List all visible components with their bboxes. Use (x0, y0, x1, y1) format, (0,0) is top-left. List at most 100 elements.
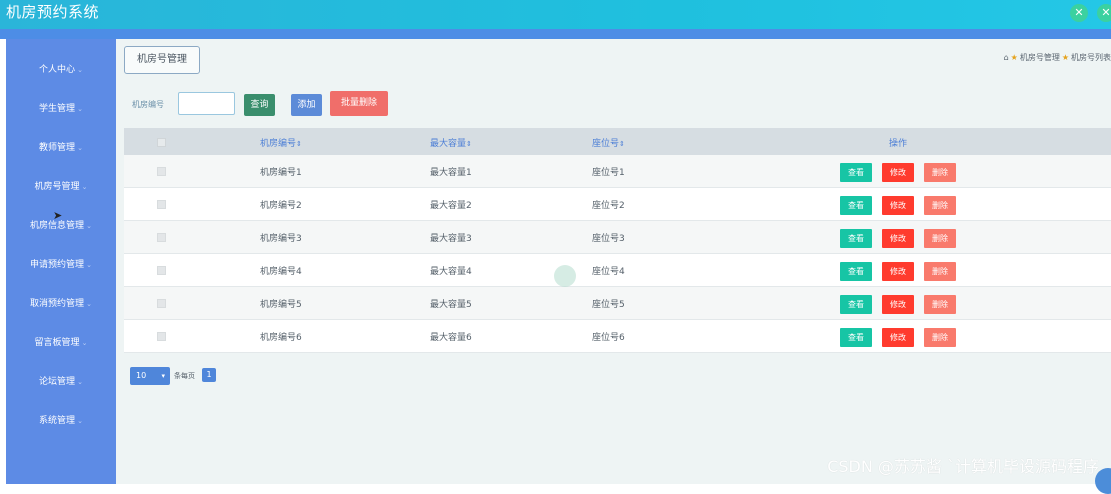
fullscreen-icon[interactable]: ✕ (1070, 4, 1088, 22)
chevron-down-icon: ⌄ (77, 105, 83, 113)
cell-room-no: 机房编号2 (260, 201, 302, 211)
row-checkbox[interactable] (157, 233, 166, 242)
column-header-actions: 操作 (889, 139, 908, 149)
view-button[interactable]: 查看 (840, 328, 872, 347)
chevron-down-icon: ⌄ (86, 300, 92, 308)
cell-capacity: 最大容量5 (430, 300, 472, 310)
delete-button[interactable]: 删除 (924, 328, 956, 347)
sidebar-item-personal-center[interactable]: 个人中心 ⌄ (6, 63, 116, 77)
chevron-down-icon: ⌄ (77, 417, 83, 425)
sort-icon: ⇕ (296, 140, 302, 148)
batch-delete-button[interactable]: 批量删除 (330, 91, 388, 116)
cell-seat-no: 座位号4 (592, 267, 625, 277)
chevron-down-icon: ▾ (161, 372, 165, 380)
cell-room-no: 机房编号3 (260, 234, 302, 244)
page-number-button[interactable]: 1 (202, 368, 216, 382)
cell-capacity: 最大容量6 (430, 333, 472, 343)
column-header-seat-no[interactable]: 座位号⇕ (592, 136, 625, 149)
cell-seat-no: 座位号5 (592, 300, 625, 310)
table-row: 机房编号5 最大容量5 座位号5 查看 修改 删除 (124, 287, 1111, 320)
edit-button[interactable]: 修改 (882, 328, 914, 347)
chevron-down-icon: ⌄ (77, 378, 83, 386)
table-row: 机房编号4 最大容量4 座位号4 查看 修改 删除 (124, 254, 1111, 287)
sidebar: 个人中心 ⌄ 学生管理 ⌄ 教师管理 ⌄ 机房号管理 ⌄ 机房信息管理 ⌄ 申请预约管理 ⌄… (6, 39, 116, 484)
row-checkbox[interactable] (157, 266, 166, 275)
cell-room-no: 机房编号5 (260, 300, 302, 310)
sidebar-item-room-numbers[interactable]: 机房号管理 ⌄ (6, 180, 116, 194)
delete-button[interactable]: 删除 (924, 229, 956, 248)
select-all-checkbox[interactable] (157, 138, 166, 147)
breadcrumb: ⌂ ★ 机房号管理 ★ 机房号列表 (1004, 52, 1111, 63)
chevron-down-icon: ⌄ (77, 66, 83, 74)
star-icon: ★ (1010, 53, 1018, 62)
star-icon: ★ (1061, 53, 1069, 62)
edit-button[interactable]: 修改 (882, 295, 914, 314)
sidebar-item-cancel-reservations[interactable]: 取消预约管理 ⌄ (6, 297, 116, 311)
breadcrumb-item[interactable]: 机房号管理 (1020, 53, 1060, 62)
cell-seat-no: 座位号1 (592, 168, 625, 178)
cell-seat-no: 座位号3 (592, 234, 625, 244)
sidebar-item-message-board[interactable]: 留言板管理 ⌄ (6, 336, 116, 350)
user-icon[interactable]: ✕ (1097, 4, 1111, 22)
sidebar-item-students[interactable]: 学生管理 ⌄ (6, 102, 116, 116)
home-icon[interactable]: ⌂ (1004, 53, 1009, 62)
app-title: 机房预约系统 (6, 3, 100, 21)
view-button[interactable]: 查看 (840, 196, 872, 215)
page-size-select[interactable]: 10 ▾ (130, 367, 170, 385)
cell-seat-no: 座位号6 (592, 333, 625, 343)
per-page-label: 条每页 (174, 372, 195, 380)
sort-icon: ⇕ (466, 140, 472, 148)
row-checkbox[interactable] (157, 332, 166, 341)
sidebar-item-system[interactable]: 系统管理 ⌄ (6, 414, 116, 428)
sort-icon: ⇕ (619, 140, 625, 148)
floating-button[interactable] (1095, 468, 1111, 494)
query-button[interactable]: 查询 (244, 94, 275, 116)
edit-button[interactable]: 修改 (882, 262, 914, 281)
sidebar-item-reservation-requests[interactable]: 申请预约管理 ⌄ (6, 258, 116, 272)
cell-seat-no: 座位号2 (592, 201, 625, 211)
chevron-down-icon: ⌄ (86, 222, 92, 230)
chevron-down-icon: ⌄ (77, 144, 83, 152)
page-title: 机房号管理 (124, 46, 200, 74)
sidebar-item-forum[interactable]: 论坛管理 ⌄ (6, 375, 116, 389)
delete-button[interactable]: 删除 (924, 262, 956, 281)
search-label: 机房编号 (132, 100, 164, 109)
table-header: 机房编号⇕ 最大容量⇕ 座位号⇕ 操作 (124, 128, 1111, 155)
watermark: CSDN @苏苏酱 `计算机毕设源码程序 (827, 457, 1099, 476)
table-row: 机房编号1 最大容量1 座位号1 查看 修改 删除 (124, 155, 1111, 188)
cell-room-no: 机房编号6 (260, 333, 302, 343)
top-bar: 机房预约系统 ✕ ✕ (0, 0, 1111, 29)
add-button[interactable]: 添加 (291, 94, 322, 116)
edit-button[interactable]: 修改 (882, 229, 914, 248)
chevron-down-icon: ⌄ (81, 183, 88, 191)
view-button[interactable]: 查看 (840, 163, 872, 182)
cell-capacity: 最大容量1 (430, 168, 472, 178)
cell-capacity: 最大容量3 (430, 234, 472, 244)
delete-button[interactable]: 删除 (924, 163, 956, 182)
delete-button[interactable]: 删除 (924, 196, 956, 215)
chevron-down-icon: ⌄ (86, 261, 92, 269)
cell-room-no: 机房编号1 (260, 168, 302, 178)
delete-button[interactable]: 删除 (924, 295, 956, 314)
cell-room-no: 机房编号4 (260, 267, 302, 277)
loading-spinner (554, 265, 576, 287)
row-checkbox[interactable] (157, 167, 166, 176)
search-input[interactable] (178, 92, 235, 115)
column-header-capacity[interactable]: 最大容量⇕ (430, 136, 472, 149)
edit-button[interactable]: 修改 (882, 163, 914, 182)
header-strip (0, 29, 1111, 39)
column-header-room-no[interactable]: 机房编号⇕ (260, 136, 302, 149)
cell-capacity: 最大容量4 (430, 267, 472, 277)
chevron-down-icon: ⌄ (81, 339, 88, 347)
table-row: 机房编号6 最大容量6 座位号6 查看 修改 删除 (124, 320, 1111, 353)
edit-button[interactable]: 修改 (882, 196, 914, 215)
row-checkbox[interactable] (157, 200, 166, 209)
row-checkbox[interactable] (157, 299, 166, 308)
view-button[interactable]: 查看 (840, 229, 872, 248)
view-button[interactable]: 查看 (840, 295, 872, 314)
breadcrumb-item: 机房号列表 (1071, 53, 1111, 62)
cell-capacity: 最大容量2 (430, 201, 472, 211)
view-button[interactable]: 查看 (840, 262, 872, 281)
sidebar-item-teachers[interactable]: 教师管理 ⌄ (6, 141, 116, 155)
main-content: 机房号管理 ⌂ ★ 机房号管理 ★ 机房号列表 机房编号 查询 添加 批量删除 机房编号… (116, 39, 1111, 494)
